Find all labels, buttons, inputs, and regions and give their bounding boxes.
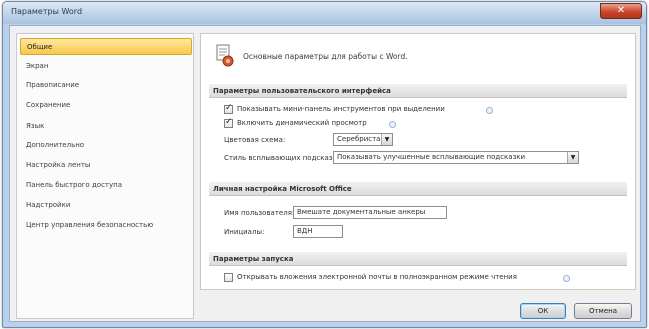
ok-button[interactable]: ОК <box>520 303 566 319</box>
check-icon: ✓ <box>225 117 233 127</box>
color-scheme-select[interactable]: Серебристая ▼ <box>333 133 393 146</box>
username-input[interactable]: Вмешате документальные анкеры <box>293 206 447 219</box>
window-title: Параметры Word <box>11 7 83 16</box>
options-content-panel: Основные параметры для работы с Word. Па… <box>200 33 636 290</box>
sidebar-item-trust-center[interactable]: Центр управления безопасностью <box>20 217 192 234</box>
options-page-icon <box>216 44 234 67</box>
sidebar-item-save[interactable]: Сохранение <box>20 97 192 114</box>
page-header-text: Основные параметры для работы с Word. <box>243 52 408 61</box>
dialog-body: Общие Экран Правописание Сохранение Язык… <box>9 25 641 322</box>
live-preview-checkbox[interactable]: ✓ <box>224 117 233 128</box>
section-header-startup: Параметры запуска <box>209 252 627 266</box>
screentip-style-select[interactable]: Показывать улучшенные всплывающие подска… <box>333 151 579 164</box>
info-icon <box>563 275 570 282</box>
screentip-style-label: Стиль всплывающих подсказок: <box>224 154 344 162</box>
color-scheme-label: Цветовая схема: <box>224 136 286 144</box>
sidebar-item-display[interactable]: Экран <box>20 58 192 75</box>
info-icon <box>486 107 493 114</box>
title-bar[interactable]: Параметры Word ✕ <box>3 2 646 24</box>
close-icon: ✕ <box>616 5 626 16</box>
section-header-ui: Параметры пользовательского интерфейса <box>209 84 627 98</box>
chevron-down-icon: ▼ <box>567 152 578 163</box>
screentip-style-value: Показывать улучшенные всплывающие подска… <box>337 153 526 161</box>
sidebar-item-language[interactable]: Язык <box>20 118 192 135</box>
category-sidebar: Общие Экран Правописание Сохранение Язык… <box>16 33 194 319</box>
cancel-button[interactable]: Отмена <box>574 303 632 319</box>
close-button[interactable]: ✕ <box>600 3 642 19</box>
sidebar-item-general[interactable]: Общие <box>20 38 192 55</box>
options-dialog: Параметры Word ✕ Общие Экран Правописани… <box>2 1 647 328</box>
sidebar-item-quick-access-toolbar[interactable]: Панель быстрого доступа <box>20 177 192 194</box>
initials-label: Инициалы: <box>224 228 265 236</box>
open-attachments-label: Открывать вложения электронной почты в п… <box>237 273 517 281</box>
chevron-down-icon: ▼ <box>381 134 392 145</box>
check-icon: ✓ <box>225 103 233 113</box>
open-attachments-checkbox[interactable] <box>224 273 233 282</box>
sidebar-item-customize-ribbon[interactable]: Настройка ленты <box>20 157 192 174</box>
mini-toolbar-checkbox[interactable]: ✓ <box>224 103 233 114</box>
sidebar-item-add-ins[interactable]: Надстройки <box>20 197 192 214</box>
section-header-personalize: Личная настройка Microsoft Office <box>209 182 627 196</box>
mini-toolbar-label: Показывать мини-панель инструментов при … <box>237 105 445 113</box>
live-preview-label: Включить динамический просмотр <box>237 119 367 127</box>
initials-input[interactable]: ВДН <box>293 225 343 238</box>
color-scheme-value: Серебристая <box>337 135 385 143</box>
info-icon <box>389 121 396 128</box>
sidebar-item-proofing[interactable]: Правописание <box>20 77 192 94</box>
sidebar-item-advanced[interactable]: Дополнительно <box>20 137 192 154</box>
username-label: Имя пользователя: <box>224 209 295 217</box>
